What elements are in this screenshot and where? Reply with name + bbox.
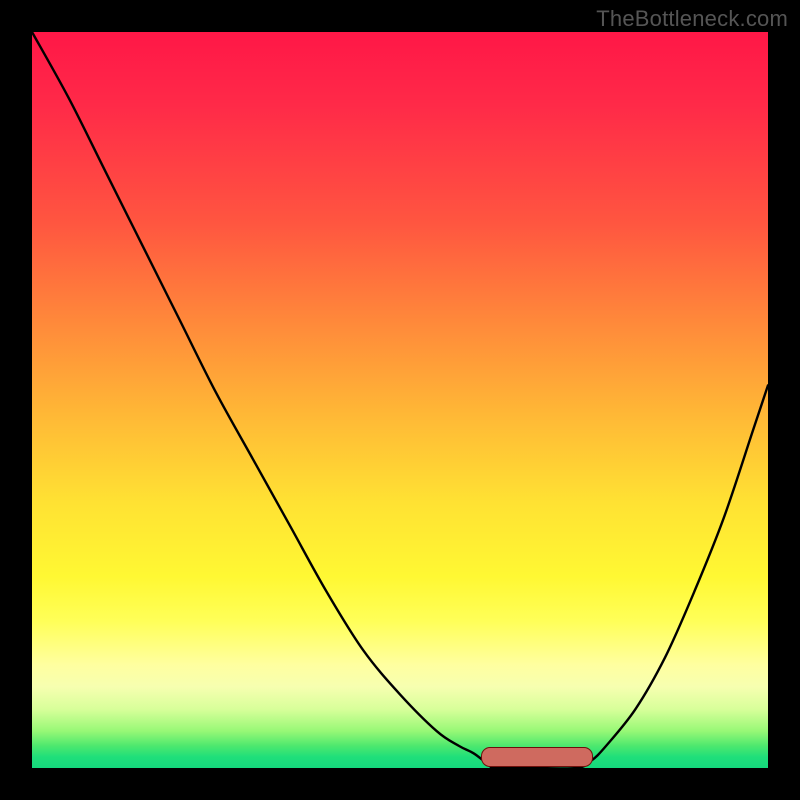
plot-area (32, 32, 768, 768)
minimum-marker (481, 747, 593, 767)
watermark-text: TheBottleneck.com (596, 6, 788, 32)
bottleneck-curve (32, 32, 768, 768)
chart-frame: TheBottleneck.com (0, 0, 800, 800)
